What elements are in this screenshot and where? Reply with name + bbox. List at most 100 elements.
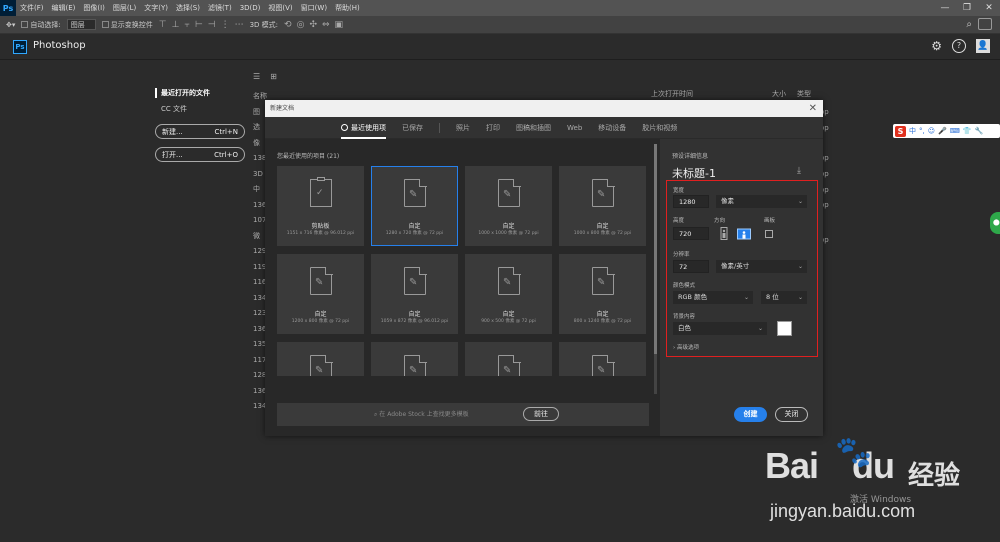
menu-3d[interactable]: 3D(D) [236, 4, 265, 12]
chevron-down-icon: ⌄ [743, 294, 749, 301]
nav-cc-files[interactable]: CC 文件 [155, 104, 245, 114]
scrollbar-thumb[interactable] [654, 144, 657, 354]
preset-card[interactable]: ✎ [559, 342, 646, 376]
menu-image[interactable]: 图像(I) [79, 3, 109, 13]
col-header-opened[interactable]: 上次打开时间 [651, 89, 693, 99]
menu-layer[interactable]: 图层(L) [109, 3, 140, 13]
preset-scrollbar[interactable] [654, 144, 657, 394]
align-bottom-icon[interactable]: ⫟ [184, 20, 189, 30]
microphone-icon[interactable]: 🎤 [938, 127, 947, 135]
close-button[interactable]: 关闭 [775, 407, 808, 422]
align-left-icon[interactable]: ⊢ [195, 20, 203, 30]
width-input[interactable]: 1280 [673, 195, 709, 208]
col-header-type[interactable]: 类型 [797, 89, 811, 99]
preset-card[interactable]: ✎ 自定 1200 x 800 像素 @ 72 ppi [277, 254, 364, 334]
menu-help[interactable]: 帮助(H) [331, 3, 364, 13]
list-view-icon[interactable]: ☰ [253, 72, 260, 81]
create-button[interactable]: 创建 [734, 407, 767, 422]
menu-window[interactable]: 窗口(W) [297, 3, 331, 13]
nav-recent-files[interactable]: 最近打开的文件 [155, 88, 245, 98]
preset-card[interactable]: ✎ 自定 1000 x 800 像素 @ 72 ppi [559, 166, 646, 246]
3d-pan-icon[interactable]: ✣ [309, 20, 317, 30]
ime-punctuation-toggle[interactable]: °, [919, 127, 925, 135]
ps-app-icon[interactable]: Ps [0, 0, 16, 16]
workspace-icon[interactable] [978, 18, 992, 30]
stock-search-input[interactable]: ⌕ 在 Adobe Stock 上查找更多模板 [374, 409, 469, 419]
close-icon[interactable]: ✕ [809, 100, 817, 117]
background-color-swatch[interactable] [777, 321, 792, 336]
3d-rotate-icon[interactable]: ⟲ [284, 20, 292, 30]
tab-saved[interactable]: 已保存 [402, 117, 423, 139]
menu-type[interactable]: 文字(Y) [140, 3, 172, 13]
landscape-icon[interactable] [737, 227, 751, 240]
preset-card[interactable]: ✎ 自定 1000 x 1000 像素 @ 72 ppi [465, 166, 552, 246]
align-center-icon[interactable]: ⊣ [208, 20, 216, 30]
preset-card[interactable]: ✎ [371, 342, 458, 376]
skin-icon[interactable]: 👕 [963, 127, 972, 135]
distribute-icon[interactable]: ⋮ [221, 20, 230, 30]
col-header-size[interactable]: 大小 [772, 89, 786, 99]
tab-mobile[interactable]: 移动设备 [598, 117, 626, 139]
menu-file[interactable]: 文件(F) [16, 3, 48, 13]
layer-select-dropdown[interactable]: 图层 [66, 19, 96, 30]
help-icon[interactable]: ? [952, 39, 966, 53]
background-dropdown[interactable]: 白色 ⌄ [673, 322, 767, 335]
preset-card[interactable]: ✎ 自定 900 x 500 像素 @ 72 ppi [465, 254, 552, 334]
avatar[interactable]: 👤 [976, 39, 990, 53]
preset-card[interactable]: ✎ 自定 1059 x 872 像素 @ 96.012 ppi [371, 254, 458, 334]
save-preset-icon[interactable]: ⤓ [797, 166, 801, 176]
restore-button[interactable]: ❐ [956, 0, 978, 16]
tab-recent[interactable]: 最近使用项 [341, 117, 386, 139]
align-middle-icon[interactable]: ⊥ [172, 20, 180, 30]
keyboard-icon[interactable]: ⌨ [950, 127, 960, 135]
height-input[interactable]: 720 [673, 227, 709, 240]
move-tool-icon[interactable]: ✥▾ [6, 21, 15, 29]
preset-card[interactable]: ✎ [465, 342, 552, 376]
grid-view-icon[interactable]: ⊞ [270, 72, 277, 81]
auto-select-checkbox[interactable]: 自动选择: [21, 20, 61, 30]
preset-card-clipboard[interactable]: ✓ 剪贴板 1151 x 716 像素 @ 96.012 ppi [277, 166, 364, 246]
3d-roll-icon[interactable]: ◎ [297, 20, 305, 30]
align-top-icon[interactable]: ⊤ [159, 20, 167, 30]
advanced-options-toggle[interactable]: › 高级选项 [673, 343, 699, 351]
tab-film-video[interactable]: 胶片和视频 [642, 117, 677, 139]
menu-edit[interactable]: 编辑(E) [48, 3, 80, 13]
3d-scale-icon[interactable]: ▣ [335, 20, 344, 30]
tab-web[interactable]: Web [567, 117, 582, 139]
document-name-field[interactable]: 未标题-1 [672, 165, 716, 181]
preset-card[interactable]: ✎ 自定 800 x 1240 像素 @ 72 ppi [559, 254, 646, 334]
go-button[interactable]: 前往 [523, 407, 559, 421]
tab-photo[interactable]: 照片 [456, 117, 470, 139]
bit-depth-dropdown[interactable]: 8 位 ⌄ [761, 291, 807, 304]
floating-assistant-icon[interactable]: ⬤ [990, 212, 1000, 234]
preset-card-selected[interactable]: ✎ 自定 1280 x 720 像素 @ 72 ppi [371, 166, 458, 246]
home-header: Ps Photoshop ⚙ ? 👤 [0, 34, 1000, 60]
close-window-button[interactable]: ✕ [978, 0, 1000, 16]
show-transform-checkbox[interactable]: 显示变换控件 [101, 20, 153, 30]
ime-chinese-toggle[interactable]: 中 [909, 126, 916, 136]
tab-print[interactable]: 打印 [486, 117, 500, 139]
menu-select[interactable]: 选择(S) [172, 3, 204, 13]
document-icon: ✎ [404, 354, 427, 376]
resolution-unit-dropdown[interactable]: 像素/英寸 ⌄ [716, 260, 807, 273]
width-unit-dropdown[interactable]: 像素 ⌄ [716, 195, 807, 208]
tab-art-illustration[interactable]: 图稿和插图 [516, 117, 551, 139]
search-icon[interactable]: ⌕ [966, 19, 972, 30]
sogou-logo-icon[interactable]: S [895, 125, 906, 137]
artboard-checkbox[interactable] [765, 230, 773, 238]
menu-filter[interactable]: 滤镜(T) [204, 3, 236, 13]
3d-slide-icon[interactable]: ⇔ [322, 20, 330, 30]
new-button[interactable]: 新建... Ctrl+N [155, 124, 245, 139]
color-mode-label: 颜色模式 [673, 283, 696, 289]
tools-icon[interactable]: 🔧 [975, 127, 984, 135]
emoji-icon[interactable]: ☺ [928, 127, 935, 135]
preset-card[interactable]: ✎ [277, 342, 364, 376]
open-button[interactable]: 打开... Ctrl+O [155, 147, 245, 162]
color-mode-dropdown[interactable]: RGB 颜色 ⌄ [673, 291, 753, 304]
resolution-input[interactable]: 72 [673, 260, 709, 273]
minimize-button[interactable]: — [934, 0, 956, 16]
portrait-icon[interactable] [719, 227, 729, 240]
gear-icon[interactable]: ⚙ [931, 39, 942, 53]
distribute-h-icon[interactable]: ⋯ [235, 20, 244, 30]
menu-view[interactable]: 视图(V) [264, 3, 296, 13]
